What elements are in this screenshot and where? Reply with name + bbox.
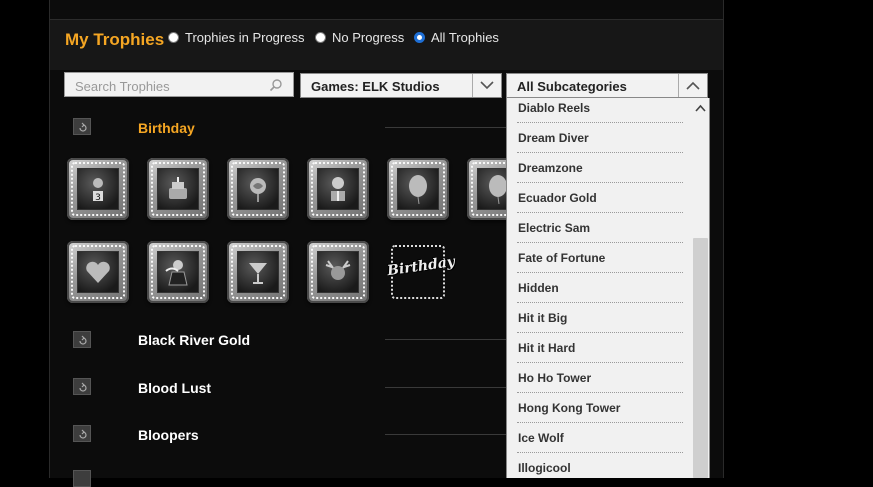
games-select-value: Games: ELK Studios [311,79,440,94]
dropdown-scrollbar[interactable] [692,98,709,478]
filter-no-progress[interactable]: No Progress [315,30,404,45]
divider [385,434,506,435]
cocktail-icon [249,263,267,284]
trophy-waiter[interactable] [147,241,209,303]
category-toggle-bloopers[interactable] [73,425,91,442]
trophy-moose[interactable] [307,241,369,303]
list-item[interactable]: Fate of Fortune [517,243,683,273]
list-item[interactable]: Electric Sam [517,213,683,243]
radio-all[interactable] [414,32,425,43]
category-toggle-blood-lust[interactable] [73,378,91,395]
category-toggle-next[interactable] [73,470,91,487]
trophy-cocktail[interactable] [227,241,289,303]
divider [385,387,506,388]
scroll-up-icon[interactable] [694,100,707,112]
trophy-rose[interactable] [227,158,289,220]
list-item[interactable]: Hidden [517,273,683,303]
list-item[interactable]: Ecuador Gold [517,183,683,213]
filter-in-progress-label: Trophies in Progress [185,30,305,45]
trophy-clown[interactable]: 3 [67,158,129,220]
list-item[interactable]: Dream Diver [517,123,683,153]
category-toggle-birthday[interactable] [73,118,91,135]
category-bloopers[interactable]: Bloopers [138,427,199,443]
gift-dog-icon [331,177,345,201]
divider [385,339,506,340]
filter-in-progress[interactable]: Trophies in Progress [168,30,304,45]
svg-text:3: 3 [95,193,101,203]
rose-icon [250,178,266,202]
heart-icon [86,261,110,283]
filter-no-progress-label: No Progress [332,30,405,45]
category-black-river-gold[interactable]: Black River Gold [138,332,250,348]
expand-icon[interactable] [73,118,91,135]
moose-icon [325,260,351,280]
clown-3-icon: 3 [93,178,103,203]
expand-icon[interactable] [73,470,91,487]
list-item[interactable]: Hit it Hard [517,333,683,363]
list-item[interactable]: Dreamzone [517,153,683,183]
list-item[interactable]: Illogicool [517,453,683,478]
trophy-gift-dog[interactable] [307,158,369,220]
scrollbar-thumb[interactable] [693,238,708,478]
filter-all-label: All Trophies [431,30,499,45]
category-toggle-black-river-gold[interactable] [73,331,91,348]
category-blood-lust[interactable]: Blood Lust [138,380,211,396]
search-box [64,72,294,97]
list-item[interactable]: Hit it Big [517,303,683,333]
trophy-cake[interactable] [147,158,209,220]
birthday-logo-icon: Birthday [386,253,456,280]
trophy-heart[interactable] [67,241,129,303]
expand-icon[interactable] [73,331,91,348]
search-icon[interactable] [269,78,283,92]
trophy-balloon[interactable] [387,158,449,220]
expand-icon[interactable] [73,425,91,442]
list-item[interactable]: Hong Kong Tower [517,393,683,423]
radio-in-progress[interactable] [168,32,179,43]
list-item[interactable]: Ice Wolf [517,423,683,453]
search-input[interactable] [73,77,267,95]
divider [385,127,506,128]
radio-no-progress[interactable] [315,32,326,43]
subcategory-select-value: All Subcategories [517,79,627,94]
games-select[interactable]: Games: ELK Studios [300,73,502,98]
list-item[interactable]: Ho Ho Tower [517,363,683,393]
subcategory-dropdown[interactable]: Diablo Reels Dream Diver Dreamzone Ecuad… [506,98,710,478]
category-birthday[interactable]: Birthday [138,120,195,136]
waiter-icon [165,260,188,286]
chevron-up-icon[interactable] [678,74,707,97]
list-item[interactable]: Diablo Reels [517,98,683,123]
subcategory-select[interactable]: All Subcategories [506,73,708,98]
expand-icon[interactable] [73,378,91,395]
cake-icon [169,177,187,199]
filter-all[interactable]: All Trophies [414,30,499,45]
page-title: My Trophies [65,30,165,49]
chevron-down-icon[interactable] [472,74,501,97]
trophy-birthday-logo[interactable]: Birthday [386,241,456,303]
balloon-icon [409,175,427,204]
